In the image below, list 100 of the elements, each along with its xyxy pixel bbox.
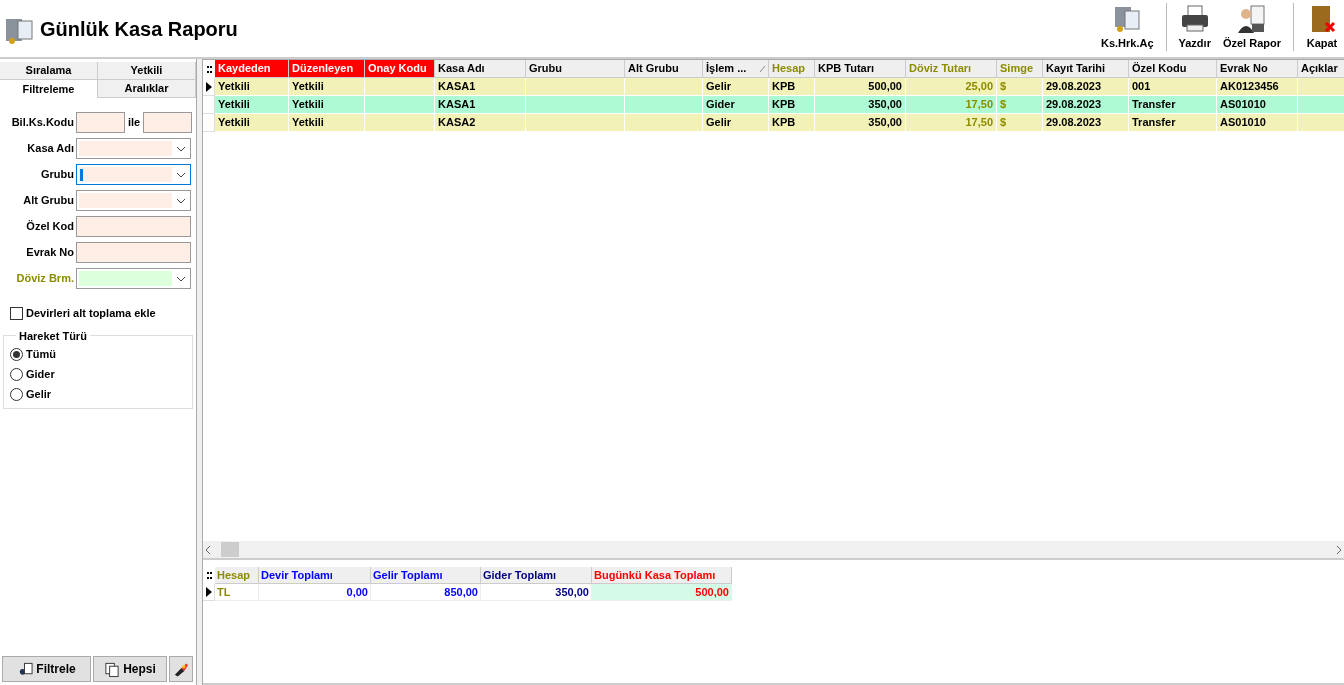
toolbar-button[interactable]: Yazdır	[1172, 3, 1217, 52]
column-header[interactable]: Açıklar	[1298, 60, 1344, 78]
table-cell: 29.08.2023	[1043, 78, 1129, 96]
column-header[interactable]: KPB Tutarı	[815, 60, 906, 78]
column-header[interactable]: Gider Toplamı	[481, 567, 592, 584]
column-header[interactable]: Gelir Toplamı	[371, 567, 481, 584]
column-header[interactable]: Kaydeden	[215, 60, 289, 78]
table-cell	[365, 114, 435, 132]
table-cell: 25,00	[906, 78, 997, 96]
column-header[interactable]: Alt Grubu	[625, 60, 703, 78]
table-cell	[365, 78, 435, 96]
field-label: Özel Kod	[25, 219, 74, 235]
column-header[interactable]: Düzenleyen	[289, 60, 365, 78]
table-cell: Gelir	[703, 114, 769, 132]
table-cell: Gider	[703, 96, 769, 114]
table-cell: KPB	[769, 96, 815, 114]
chevron-down-icon	[176, 145, 186, 152]
field-label: Evrak No	[25, 245, 74, 261]
radio-label: Tümü	[26, 346, 56, 362]
table-cell: 17,50	[906, 96, 997, 114]
table-cell: Yetkili	[215, 114, 289, 132]
table-cell: 001	[1129, 78, 1217, 96]
toolbar-button[interactable]: Kapat	[1300, 3, 1344, 52]
table-cell: TL	[215, 584, 259, 601]
dropdown-field[interactable]	[76, 164, 191, 185]
dropdown-field[interactable]	[76, 138, 191, 159]
table-cell: 29.08.2023	[1043, 114, 1129, 132]
table-cell: Yetkili	[289, 114, 365, 132]
column-header[interactable]: Evrak No	[1217, 60, 1298, 78]
column-header[interactable]: Kayıt Tarihi	[1043, 60, 1129, 78]
action-button[interactable]: Filtrele	[2, 656, 91, 682]
toolbar-button[interactable]: Özel Rapor	[1216, 3, 1287, 52]
tab[interactable]: Yetkili	[98, 62, 196, 80]
table-cell: 17,50	[906, 114, 997, 132]
table-cell: AS01010	[1217, 96, 1298, 114]
table-cell	[365, 96, 435, 114]
input-field[interactable]	[76, 216, 191, 237]
clear-button[interactable]	[169, 656, 193, 682]
table-cell: Transfer	[1129, 114, 1217, 132]
input-field[interactable]	[76, 242, 191, 263]
field-label: Kasa Adı	[26, 141, 74, 157]
table-cell: $	[997, 96, 1043, 114]
field-label: Grubu	[40, 167, 74, 183]
table-cell: KPB	[769, 78, 815, 96]
table-cell: 0,00	[259, 584, 371, 601]
group-title: Hareket Türü	[18, 328, 88, 344]
table-cell: 29.08.2023	[1043, 96, 1129, 114]
toolbar-button[interactable]: Ks.Hrk.Aç	[1094, 3, 1160, 52]
table-cell: $	[997, 114, 1043, 132]
tab[interactable]: Sıralama	[0, 62, 98, 80]
column-header[interactable]: Grubu	[526, 60, 625, 78]
documents-icon	[104, 660, 121, 678]
column-header[interactable]: Onay Kodu	[365, 60, 435, 78]
table-cell: 500,00	[815, 78, 906, 96]
dropdown-field[interactable]	[76, 268, 191, 289]
table-cell: Yetkili	[215, 78, 289, 96]
chevron-right-icon	[1336, 545, 1341, 554]
grip-icon	[206, 65, 212, 73]
tab[interactable]: Aralıklar	[98, 80, 196, 98]
field-label: Döviz Brm.	[15, 271, 74, 287]
field-label: Alt Grubu	[22, 193, 74, 209]
field-label: Bil.Ks.Kodu	[10, 115, 74, 131]
grip-icon	[206, 572, 212, 579]
table-cell: Yetkili	[289, 78, 365, 96]
checkbox-label: Devirleri alt toplama ekle	[26, 306, 156, 321]
scrollbar-thumb[interactable]	[221, 542, 239, 557]
table-cell: Gelir	[703, 78, 769, 96]
table-cell: Transfer	[1129, 96, 1217, 114]
column-header[interactable]: Kasa Adı	[435, 60, 526, 78]
table-cell: KASA1	[435, 78, 526, 96]
checkbox[interactable]	[10, 306, 23, 320]
dropdown-field[interactable]	[76, 190, 191, 211]
window-title: Günlük Kasa Raporu	[40, 16, 238, 42]
action-button[interactable]: Hepsi	[93, 656, 167, 682]
horizontal-scrollbar[interactable]	[203, 541, 1344, 558]
column-header[interactable]: Özel Kodu	[1129, 60, 1217, 78]
table-cell: AK0123456	[1217, 78, 1298, 96]
input-field[interactable]	[76, 112, 125, 133]
radio-label: Gider	[26, 366, 55, 382]
table-cell: Yetkili	[215, 96, 289, 114]
table-cell	[1298, 78, 1344, 96]
table-cell: KASA1	[435, 96, 526, 114]
chevron-left-icon	[206, 545, 211, 554]
input-field[interactable]	[143, 112, 193, 133]
column-header[interactable]: İşlem ...	[703, 60, 769, 78]
table-cell: KPB	[769, 114, 815, 132]
table-cell	[1298, 96, 1344, 114]
range-label: ile	[127, 115, 142, 131]
table-cell: KASA2	[435, 114, 526, 132]
table-cell: 350,00	[815, 96, 906, 114]
table-cell: $	[997, 78, 1043, 96]
chevron-down-icon	[176, 171, 186, 178]
person-document-icon	[1235, 3, 1268, 35]
table-cell: 500,00	[592, 584, 732, 601]
sort-icon	[760, 65, 765, 72]
chevron-down-icon	[176, 197, 186, 204]
column-header[interactable]: Devir Toplamı	[259, 567, 371, 584]
radio-label: Gelir	[26, 386, 52, 402]
chevron-down-icon	[176, 275, 186, 282]
table-cell: 850,00	[371, 584, 481, 601]
